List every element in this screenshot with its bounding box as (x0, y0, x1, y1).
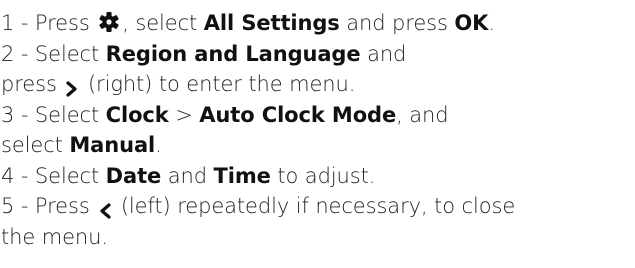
step-3-number: 3 - (1, 102, 29, 127)
all-settings-label: All Settings (203, 11, 340, 35)
auto-clock-mode-label: Auto Clock Mode (199, 102, 397, 127)
step-5-continued: the menu. (1, 224, 108, 249)
time-label: Time (213, 163, 271, 188)
gear-icon (98, 11, 120, 33)
step-2-continued: press (right) to enter the menu. (1, 72, 356, 97)
step-1: 1 - Press , select All Settings and pres… (1, 11, 495, 35)
chevron-right-icon (65, 75, 79, 97)
region-and-language-label: Region and Language (105, 41, 361, 66)
step-3: 3 - Select Clock > Auto Clock Mode, and (1, 102, 449, 127)
step-4-number: 4 - (1, 163, 29, 188)
clock-label: Clock (105, 102, 169, 127)
date-label: Date (105, 163, 162, 188)
step-1-number: 1 - (1, 11, 29, 35)
step-3-continued: select Manual. (1, 133, 162, 157)
manual-label: Manual (69, 133, 156, 157)
step-2: 2 - Select Region and Language and (1, 41, 407, 66)
step-2-number: 2 - (1, 41, 29, 66)
step-5-number: 5 - (1, 194, 29, 218)
ok-label: OK (454, 11, 489, 35)
chevron-left-icon (98, 197, 112, 219)
step-5: 5 - Press (left) repeatedly if necessary… (1, 194, 516, 219)
step-4: 4 - Select Date and Time to adjust. (1, 163, 376, 188)
instruction-document: 1 - Press , select All Settings and pres… (0, 0, 635, 268)
